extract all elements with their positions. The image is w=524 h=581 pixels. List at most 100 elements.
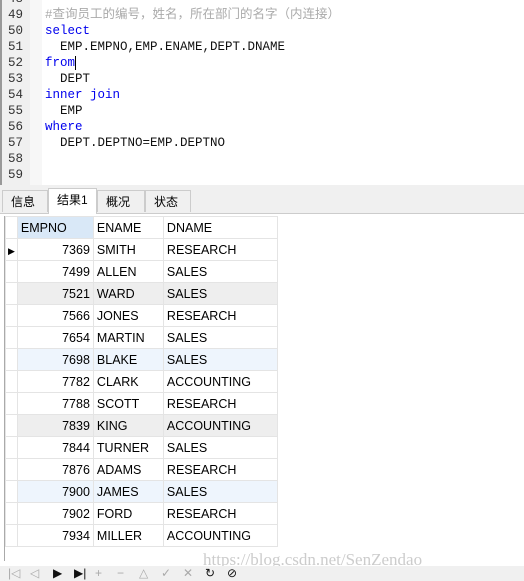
cell-dname[interactable]: SALES [162, 260, 278, 283]
table-row[interactable]: 7902 FORD RESEARCH [5, 502, 278, 525]
add-record-icon[interactable]: + [95, 566, 102, 581]
cell-dname[interactable]: SALES [162, 480, 278, 503]
cell-ename[interactable]: KING [92, 414, 164, 437]
cell-empno[interactable]: 7876 [16, 458, 94, 481]
row-indicator[interactable]: ▶ [5, 238, 18, 261]
table-row[interactable]: ▶ 7369 SMITH RESEARCH [5, 238, 278, 261]
cell-empno[interactable]: 7844 [16, 436, 94, 459]
prev-record-icon[interactable]: ◁ [30, 566, 39, 581]
row-indicator[interactable] [5, 282, 18, 305]
code-text: inner join [45, 88, 121, 102]
cell-ename[interactable]: WARD [92, 282, 164, 305]
table-row[interactable]: 7844 TURNER SALES [5, 436, 278, 459]
result-grid[interactable]: EMPNO ENAME DNAME ▶ 7369 SMITH RESEARCH 7499 ALL… [4, 216, 524, 561]
line-number: 52 [8, 56, 24, 70]
row-indicator[interactable] [5, 414, 18, 437]
cell-ename[interactable]: FORD [92, 502, 164, 525]
cell-empno[interactable]: 7788 [16, 392, 94, 415]
table-row[interactable]: 7698 BLAKE SALES [5, 348, 278, 371]
row-indicator[interactable] [5, 458, 18, 481]
line-number: 56 [8, 120, 24, 134]
line-number: 51 [8, 40, 24, 54]
cell-empno[interactable]: 7566 [16, 304, 94, 327]
row-indicator[interactable] [5, 370, 18, 393]
column-header-dname[interactable]: DNAME [162, 216, 278, 239]
table-row[interactable]: 7499 ALLEN SALES [5, 260, 278, 283]
row-indicator[interactable] [5, 348, 18, 371]
cell-dname[interactable]: SALES [162, 282, 278, 305]
cell-dname[interactable]: SALES [162, 436, 278, 459]
line-number: 57 [8, 136, 24, 150]
code-text: select [45, 24, 91, 38]
cell-dname[interactable]: RESEARCH [162, 304, 278, 327]
first-record-icon[interactable]: |◁ [8, 566, 20, 581]
tab-3[interactable]: 状态 [145, 190, 191, 212]
sql-editor[interactable]: 4849 #查询员工的编号，姓名，所在部门的名字（内连接） 50 select 51 E… [0, 0, 524, 185]
last-record-icon[interactable]: ▶| [74, 566, 86, 581]
table-row[interactable]: 7521 WARD SALES [5, 282, 278, 305]
apply-icon[interactable]: ✓ [161, 566, 171, 581]
row-indicator[interactable] [5, 326, 18, 349]
line-number: 49 [8, 8, 24, 22]
table-row[interactable]: 7654 MARTIN SALES [5, 326, 278, 349]
cell-ename[interactable]: ADAMS [92, 458, 164, 481]
row-indicator[interactable] [5, 392, 18, 415]
tab-2[interactable]: 概况 [97, 190, 145, 212]
delete-record-icon[interactable]: − [117, 566, 124, 581]
cell-dname[interactable]: RESEARCH [162, 238, 278, 261]
cell-ename[interactable]: MARTIN [92, 326, 164, 349]
cell-ename[interactable]: MILLER [92, 524, 164, 547]
refresh-icon[interactable]: ↻ [205, 566, 215, 581]
cell-dname[interactable]: ACCOUNTING [162, 524, 278, 547]
next-record-icon[interactable]: ▶ [53, 566, 62, 581]
cell-ename[interactable]: SMITH [92, 238, 164, 261]
stop-icon[interactable]: ⊘ [227, 566, 237, 581]
row-indicator[interactable] [5, 436, 18, 459]
cell-empno[interactable]: 7839 [16, 414, 94, 437]
text-caret [75, 55, 77, 70]
row-indicator[interactable] [5, 524, 18, 547]
table-row[interactable]: 7934 MILLER ACCOUNTING [5, 524, 278, 547]
cell-dname[interactable]: RESEARCH [162, 458, 278, 481]
tab-1[interactable]: 结果1 [48, 188, 97, 214]
line-number: 50 [8, 24, 24, 38]
cell-dname[interactable]: SALES [162, 326, 278, 349]
cell-dname[interactable]: RESEARCH [162, 392, 278, 415]
table-row[interactable]: 7788 SCOTT RESEARCH [5, 392, 278, 415]
row-indicator[interactable] [5, 502, 18, 525]
cell-empno[interactable]: 7521 [16, 282, 94, 305]
cell-dname[interactable]: SALES [162, 348, 278, 371]
cell-empno[interactable]: 7369 [16, 238, 94, 261]
cell-ename[interactable]: CLARK [92, 370, 164, 393]
cell-ename[interactable]: BLAKE [92, 348, 164, 371]
cell-empno[interactable]: 7934 [16, 524, 94, 547]
table-row[interactable]: 7876 ADAMS RESEARCH [5, 458, 278, 481]
cancel-icon[interactable]: ✕ [183, 566, 193, 581]
column-header-ename[interactable]: ENAME [92, 216, 164, 239]
table-row[interactable]: 7839 KING ACCOUNTING [5, 414, 278, 437]
cell-ename[interactable]: JONES [92, 304, 164, 327]
cell-ename[interactable]: TURNER [92, 436, 164, 459]
cell-dname[interactable]: ACCOUNTING [162, 414, 278, 437]
cell-ename[interactable]: ALLEN [92, 260, 164, 283]
cell-ename[interactable]: SCOTT [92, 392, 164, 415]
cell-dname[interactable]: ACCOUNTING [162, 370, 278, 393]
cell-empno[interactable]: 7698 [16, 348, 94, 371]
cell-empno[interactable]: 7654 [16, 326, 94, 349]
row-indicator[interactable] [5, 304, 18, 327]
code-text: where [45, 120, 83, 134]
cell-ename[interactable]: JAMES [92, 480, 164, 503]
row-indicator[interactable] [5, 260, 18, 283]
cell-dname[interactable]: RESEARCH [162, 502, 278, 525]
table-row[interactable]: 7782 CLARK ACCOUNTING [5, 370, 278, 393]
table-row[interactable]: 7900 JAMES SALES [5, 480, 278, 503]
cell-empno[interactable]: 7499 [16, 260, 94, 283]
table-row[interactable]: 7566 JONES RESEARCH [5, 304, 278, 327]
tab-0[interactable]: 信息 [2, 190, 48, 212]
column-header-empno[interactable]: EMPNO [16, 216, 94, 239]
cell-empno[interactable]: 7900 [16, 480, 94, 503]
cell-empno[interactable]: 7782 [16, 370, 94, 393]
edit-up-icon[interactable]: △ [139, 566, 148, 581]
row-indicator[interactable] [5, 480, 18, 503]
cell-empno[interactable]: 7902 [16, 502, 94, 525]
